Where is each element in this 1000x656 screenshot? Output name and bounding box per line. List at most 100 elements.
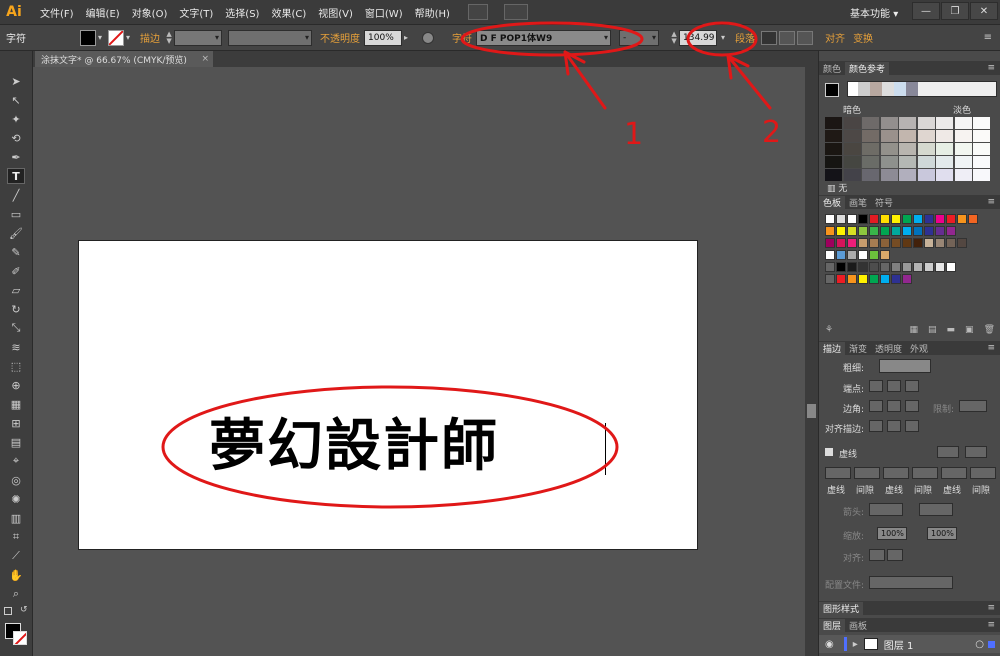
menu-edit[interactable]: 编辑(E) [80,5,126,20]
color-guide-cell[interactable] [973,117,990,129]
color-guide-cell[interactable] [917,143,935,155]
swatch-options-icon[interactable]: ▤ [928,325,937,335]
expand-layer-icon[interactable]: ▸ [853,639,858,650]
stroke-weight-spinner-icon[interactable]: ▲ ▼ [164,30,174,46]
line-tool-icon[interactable]: ╱ [7,187,25,203]
layer-target-icon[interactable]: ○ [975,639,984,650]
hand-tool-icon[interactable]: ✋ [7,567,25,583]
color-guide-cell[interactable] [917,117,935,129]
arrow-tip-extend-button[interactable] [869,549,885,561]
font-family-dropdown[interactable]: D F POP1体W9 ▾ [476,29,612,46]
paintbrush-tool-icon[interactable]: 🖌 [7,225,25,241]
eyedropper-tool-icon[interactable]: ⌖ [7,453,25,469]
swatch-cell[interactable] [836,214,846,224]
default-colors-icon[interactable] [4,607,12,615]
miter-join-button[interactable] [869,400,883,412]
rectangle-tool-icon[interactable]: ▭ [7,206,25,222]
swatch-cell[interactable] [913,226,923,236]
free-transform-tool-icon[interactable]: ⬚ [7,358,25,374]
column-graph-tool-icon[interactable]: ▥ [7,510,25,526]
font-size-spinner-icon[interactable]: ▲ ▼ [669,30,679,46]
color-guide-cell[interactable] [973,130,990,142]
swatch-cell[interactable] [836,226,846,236]
new-swatch-folder-icon[interactable]: ▬ [947,325,956,335]
swatch-cell[interactable] [913,238,923,248]
color-guide-cell[interactable] [880,169,898,181]
swatch-cell[interactable] [891,262,901,272]
control-bar-menu-icon[interactable]: ≡ [984,32,992,43]
swatch-cell[interactable] [858,226,868,236]
swatch-cell[interactable] [946,238,956,248]
color-guide-cell[interactable] [880,117,898,129]
swatch-cell[interactable] [847,250,857,260]
document-tab[interactable]: 涂抹文字* @ 66.67% (CMYK/预览) × [35,51,213,67]
preserve-dash-button[interactable] [937,446,959,458]
swatch-cell[interactable] [935,262,945,272]
swatch-cell[interactable] [924,226,934,236]
swatch-cell[interactable] [880,274,890,284]
new-swatch-icon[interactable]: ▣ [965,325,974,335]
swatch-cell[interactable] [913,214,923,224]
menu-type[interactable]: 文字(T) [173,5,219,20]
swatch-cell[interactable] [891,274,901,284]
swatch-cell[interactable] [858,250,868,260]
scrollbar-thumb[interactable] [807,404,816,418]
graphic-styles-menu-icon[interactable]: ≡ [987,603,995,613]
swatch-cell[interactable] [913,262,923,272]
shape-builder-tool-icon[interactable]: ⊕ [7,377,25,393]
color-guide-cell[interactable] [954,130,972,142]
swatch-cell[interactable] [891,226,901,236]
swatches-panel-menu-icon[interactable]: ≡ [987,197,995,207]
end-scale-input[interactable]: 100% [927,527,957,540]
swatch-cell[interactable] [935,226,945,236]
tab-brushes[interactable]: 画笔 [845,196,871,209]
dash-gap-input[interactable] [941,467,967,479]
swatch-cell[interactable] [957,238,967,248]
swatch-library-icon[interactable]: ⚘ [825,325,833,335]
dash-gap-input[interactable] [912,467,938,479]
swatch-cell[interactable] [880,238,890,248]
opacity-input[interactable]: 100% [364,29,403,46]
swatch-cell[interactable] [902,262,912,272]
lasso-tool-icon[interactable]: ⟲ [7,130,25,146]
color-guide-cell[interactable] [899,169,916,181]
align-left-icon[interactable] [761,30,778,45]
swatch-cell[interactable] [825,262,835,272]
swatch-cell[interactable] [902,238,912,248]
dash-gap-input[interactable] [970,467,996,479]
color-guide-cell[interactable] [954,169,972,181]
dash-gap-input[interactable] [825,467,851,479]
delete-swatch-icon[interactable]: 🗑 [984,325,995,335]
projecting-cap-button[interactable] [905,380,919,392]
tab-color-guide[interactable]: 颜色参考 [845,61,890,75]
color-guide-cell[interactable] [825,130,842,142]
align-right-icon[interactable] [797,30,814,45]
stroke-weight-dropdown[interactable]: ▾ [174,29,223,46]
color-guide-cell[interactable] [973,143,990,155]
stroke-dropdown-icon[interactable]: ▾ [126,33,130,42]
type-tool-icon[interactable]: T [7,168,25,184]
artboard-text[interactable]: 夢幻設計師 [209,401,499,482]
layers-panel-menu-icon[interactable]: ≡ [987,620,995,630]
align-stroke-center-button[interactable] [869,420,883,432]
swatch-cell[interactable] [946,214,956,224]
variable-width-dropdown[interactable]: ▾ [228,29,313,46]
color-guide-cell[interactable] [862,156,879,168]
swatch-cell[interactable] [825,226,835,236]
symbol-sprayer-tool-icon[interactable]: ✺ [7,491,25,507]
start-arrowhead-dropdown[interactable] [869,503,903,516]
warp-tool-icon[interactable]: ≋ [7,339,25,355]
align-stroke-inside-button[interactable] [887,420,901,432]
artboard-tool-icon[interactable]: ⌗ [7,529,25,545]
swatch-cell[interactable] [891,214,901,224]
swatch-cell[interactable] [847,214,857,224]
swatch-cell[interactable] [836,274,846,284]
font-style-dropdown[interactable]: - ▾ [619,29,660,46]
magic-wand-tool-icon[interactable]: ✦ [7,111,25,127]
round-cap-button[interactable] [887,380,901,392]
color-guide-base-swatch[interactable] [825,83,839,97]
menu-file[interactable]: 文件(F) [34,5,80,20]
maximize-button[interactable]: ❐ [941,2,969,20]
fill-dropdown-icon[interactable]: ▾ [98,33,102,42]
swatch-cell[interactable] [924,214,934,224]
